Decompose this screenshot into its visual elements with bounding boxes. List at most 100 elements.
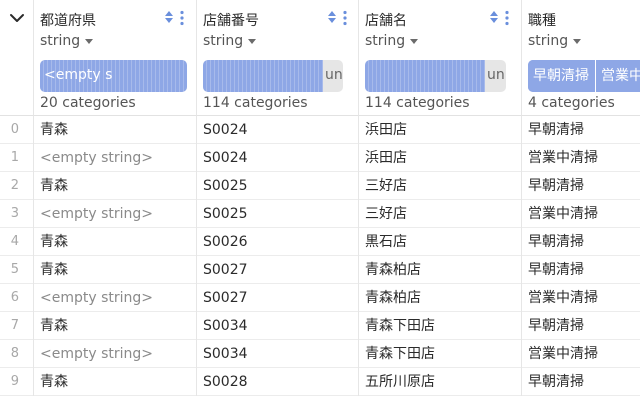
histogram-segment: 早朝清掃 bbox=[528, 60, 595, 92]
table-cell[interactable]: S0025 bbox=[197, 200, 359, 228]
dtype-selector[interactable]: string bbox=[365, 33, 419, 49]
row-index: 6 bbox=[0, 284, 34, 312]
table-cell[interactable]: 五所川原店 bbox=[359, 368, 522, 396]
caret-down-icon bbox=[85, 38, 94, 44]
table-cell[interactable]: S0027 bbox=[197, 284, 359, 312]
table-cell[interactable]: 青森 bbox=[34, 228, 197, 256]
table-cell[interactable]: S0034 bbox=[197, 312, 359, 340]
table-cell[interactable]: <empty string> bbox=[34, 284, 197, 312]
table-cell[interactable]: <empty string> bbox=[34, 340, 197, 368]
row-index: 7 bbox=[0, 312, 34, 340]
histogram-bar bbox=[365, 60, 485, 92]
table-cell[interactable]: 黒石店 bbox=[359, 228, 522, 256]
column-name[interactable]: 都道府県 bbox=[40, 10, 96, 30]
sort-icon[interactable] bbox=[489, 10, 499, 24]
more-vertical-icon[interactable] bbox=[342, 10, 348, 26]
more-vertical-icon[interactable] bbox=[179, 10, 185, 26]
table-cell[interactable]: 早朝清掃 bbox=[522, 172, 640, 200]
table-cell[interactable]: S0025 bbox=[197, 172, 359, 200]
table-row[interactable]: 8 <empty string> S0034 青森下田店 営業中清掃 bbox=[0, 340, 640, 368]
category-histogram[interactable]: <empty s bbox=[40, 60, 187, 92]
row-index: 8 bbox=[0, 340, 34, 368]
table-cell[interactable]: 浜田店 bbox=[359, 116, 522, 144]
histogram-label: uni bbox=[325, 67, 343, 83]
row-index: 2 bbox=[0, 172, 34, 200]
row-index: 9 bbox=[0, 368, 34, 396]
table-row[interactable]: 2 青森 S0025 三好店 早朝清掃 bbox=[0, 172, 640, 200]
dtype-selector[interactable]: string bbox=[40, 33, 94, 49]
dtype-selector[interactable]: string bbox=[528, 33, 582, 49]
table-cell[interactable]: 営業中清掃 bbox=[522, 340, 640, 368]
table-cell[interactable]: S0024 bbox=[197, 144, 359, 172]
sort-icon[interactable] bbox=[327, 10, 337, 24]
category-count: 114 categories bbox=[203, 95, 308, 111]
category-histogram[interactable]: uni bbox=[203, 60, 343, 92]
row-index: 0 bbox=[0, 116, 34, 144]
table-cell[interactable]: 青森下田店 bbox=[359, 340, 522, 368]
row-index: 4 bbox=[0, 228, 34, 256]
table-cell[interactable]: 営業中清掃 bbox=[522, 284, 640, 312]
table-cell[interactable]: 三好店 bbox=[359, 172, 522, 200]
table-cell[interactable]: 青森 bbox=[34, 312, 197, 340]
table-cell[interactable]: <empty string> bbox=[34, 200, 197, 228]
table-cell[interactable]: 営業中清掃 bbox=[522, 200, 640, 228]
category-count: 20 categories bbox=[40, 95, 136, 111]
column-header-store-name: 店舗名 string uni 114 categories bbox=[359, 0, 522, 116]
table-row[interactable]: 6 <empty string> S0027 青森柏店 営業中清掃 bbox=[0, 284, 640, 312]
dataframe-viewer: 都道府県 string <empty s 20 categories 店舗番号 … bbox=[0, 0, 640, 400]
caret-down-icon bbox=[573, 38, 582, 44]
column-header-store-number: 店舗番号 string uni 114 categories bbox=[197, 0, 359, 116]
table-cell[interactable]: 早朝清掃 bbox=[522, 312, 640, 340]
histogram-label: uni bbox=[487, 67, 506, 83]
category-histogram[interactable]: 早朝清掃 営業中 bbox=[528, 60, 640, 92]
histogram-label: <empty s bbox=[44, 67, 113, 83]
table-cell[interactable]: 早朝清掃 bbox=[522, 256, 640, 284]
table-cell[interactable]: 営業中清掃 bbox=[522, 144, 640, 172]
column-header-prefecture: 都道府県 string <empty s 20 categories bbox=[34, 0, 197, 116]
table-cell[interactable]: 青森下田店 bbox=[359, 312, 522, 340]
table-cell[interactable]: 青森 bbox=[34, 368, 197, 396]
table-row[interactable]: 1 <empty string> S0024 浜田店 営業中清掃 bbox=[0, 144, 640, 172]
table-cell[interactable]: 早朝清掃 bbox=[522, 228, 640, 256]
table-cell[interactable]: 三好店 bbox=[359, 200, 522, 228]
table-cell[interactable]: S0034 bbox=[197, 340, 359, 368]
row-index: 3 bbox=[0, 200, 34, 228]
category-count: 114 categories bbox=[365, 95, 470, 111]
table-cell[interactable]: 青森柏店 bbox=[359, 284, 522, 312]
table-cell[interactable]: 青森 bbox=[34, 256, 197, 284]
sort-icon[interactable] bbox=[164, 10, 174, 24]
table-cell[interactable]: 早朝清掃 bbox=[522, 116, 640, 144]
row-index: 1 bbox=[0, 144, 34, 172]
more-vertical-icon[interactable] bbox=[504, 10, 510, 26]
caret-down-icon bbox=[410, 38, 419, 44]
table-row[interactable]: 4 青森 S0026 黒石店 早朝清掃 bbox=[0, 228, 640, 256]
table-cell[interactable]: 青森柏店 bbox=[359, 256, 522, 284]
table-row[interactable]: 7 青森 S0034 青森下田店 早朝清掃 bbox=[0, 312, 640, 340]
table-cell[interactable]: 青森 bbox=[34, 172, 197, 200]
table-cell[interactable]: <empty string> bbox=[34, 144, 197, 172]
histogram-segment: 営業中 bbox=[595, 60, 640, 92]
table-row[interactable]: 5 青森 S0027 青森柏店 早朝清掃 bbox=[0, 256, 640, 284]
chevron-down-icon[interactable] bbox=[9, 10, 25, 26]
histogram-bar bbox=[203, 60, 323, 92]
category-count: 4 categories bbox=[528, 95, 615, 111]
column-name[interactable]: 店舗番号 bbox=[203, 10, 259, 30]
column-name[interactable]: 店舗名 bbox=[365, 10, 407, 30]
column-name[interactable]: 職種 bbox=[528, 10, 556, 30]
table-cell[interactable]: 浜田店 bbox=[359, 144, 522, 172]
table-cell[interactable]: S0028 bbox=[197, 368, 359, 396]
table-row[interactable]: 3 <empty string> S0025 三好店 営業中清掃 bbox=[0, 200, 640, 228]
row-index: 5 bbox=[0, 256, 34, 284]
table-cell[interactable]: S0026 bbox=[197, 228, 359, 256]
table-cell[interactable]: 青森 bbox=[34, 116, 197, 144]
caret-down-icon bbox=[248, 38, 257, 44]
table-cell[interactable]: S0024 bbox=[197, 116, 359, 144]
table-cell[interactable]: S0027 bbox=[197, 256, 359, 284]
index-header bbox=[0, 0, 34, 116]
table-row[interactable]: 0 青森 S0024 浜田店 早朝清掃 bbox=[0, 116, 640, 144]
table-row[interactable]: 9 青森 S0028 五所川原店 早朝清掃 bbox=[0, 368, 640, 396]
category-histogram[interactable]: uni bbox=[365, 60, 506, 92]
column-header-job-type: 職種 string 早朝清掃 営業中 4 categories bbox=[522, 0, 640, 116]
table-cell[interactable]: 早朝清掃 bbox=[522, 368, 640, 396]
dtype-selector[interactable]: string bbox=[203, 33, 257, 49]
